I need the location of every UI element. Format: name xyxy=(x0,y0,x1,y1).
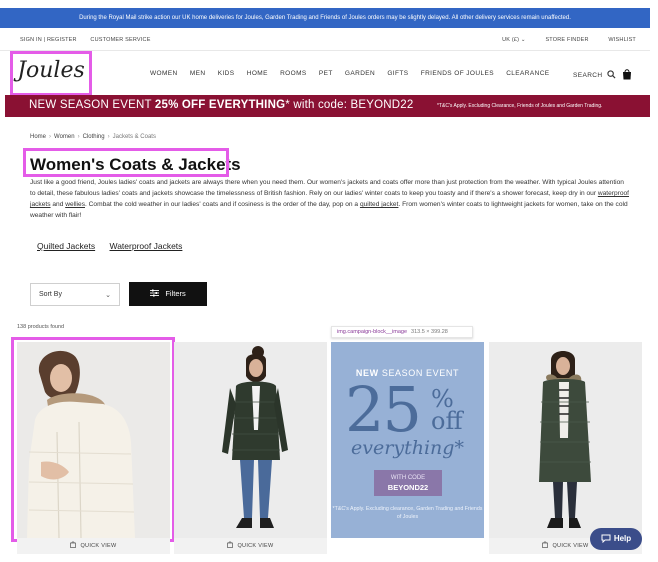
campaign-block[interactable]: NEW SEASON EVENT 25 % off everything* WIT… xyxy=(331,342,484,538)
bag-icon xyxy=(70,541,77,548)
nav-home[interactable]: HOME xyxy=(247,70,268,77)
breadcrumb: Home › Women › Clothing › Jackets & Coats xyxy=(30,134,156,140)
campaign-code: BEYOND22 xyxy=(387,483,429,492)
filter-sliders-icon xyxy=(150,289,160,297)
breadcrumb-separator: › xyxy=(77,134,80,140)
devtools-selector: img.campaign-block__image xyxy=(337,329,408,335)
chat-bubble-icon xyxy=(601,534,611,544)
campaign-with-code: WITH CODE xyxy=(390,475,426,481)
breadcrumb-women[interactable]: Women xyxy=(54,134,75,140)
description-text: . Combat the cold weather in our ladies'… xyxy=(85,201,360,208)
promo-asterisk: * xyxy=(285,99,290,111)
devtools-element-tooltip: img.campaign-block__image 313.5 × 399.28 xyxy=(331,326,473,338)
nav-gifts[interactable]: GIFTS xyxy=(387,70,408,77)
description-text: and xyxy=(50,201,66,208)
filters-label: Filters xyxy=(165,289,186,298)
campaign-everything: everything* xyxy=(331,437,484,459)
quilted-jacket-link[interactable]: quilted jacket xyxy=(360,201,399,208)
wishlist-link[interactable]: WISHLIST xyxy=(608,37,636,43)
promo-banner[interactable]: NEW SEASON EVENT 25% OFF EVERYTHING* wit… xyxy=(5,95,650,117)
campaign-number: 25 xyxy=(345,373,422,446)
breadcrumb-home[interactable]: Home xyxy=(30,134,46,140)
quick-view-label: QUICK VIEW xyxy=(80,543,117,549)
store-finder-link[interactable]: STORE FINDER xyxy=(545,37,588,43)
product-image-green-parka[interactable] xyxy=(489,342,642,538)
nav-women[interactable]: WOMEN xyxy=(150,70,178,77)
quick-view-label: QUICK VIEW xyxy=(552,543,589,549)
help-label: Help xyxy=(613,534,632,543)
product-image-cream-jacket[interactable] xyxy=(17,342,170,538)
currency-label: UK (£) xyxy=(502,37,520,43)
shopping-bag-icon[interactable] xyxy=(622,68,632,80)
campaign-percent-off: % off xyxy=(431,387,463,435)
customer-service-link[interactable]: CUSTOMER SERVICE xyxy=(90,37,150,43)
promo-offer: 25% OFF EVERYTHING xyxy=(154,99,286,111)
page-title: Women's Coats & Jackets xyxy=(30,155,241,174)
green-quilted-coat-photo xyxy=(174,342,327,538)
sort-by-dropdown[interactable]: Sort By ⌄ xyxy=(30,283,120,306)
wellies-link[interactable]: wellies xyxy=(65,201,85,208)
promo-code: with code: BEYOND22 xyxy=(293,99,414,111)
nav-clearance[interactable]: CLEARANCE xyxy=(506,70,549,77)
description-text: Just like a good friend, Joules ladies' … xyxy=(30,179,624,197)
devtools-size: 313.5 × 399.28 xyxy=(411,329,448,335)
sort-by-label: Sort By xyxy=(39,291,62,298)
search-button[interactable]: SEARCH xyxy=(573,70,616,79)
nav-men[interactable]: MEN xyxy=(190,70,206,77)
nav-rooms[interactable]: ROOMS xyxy=(280,70,307,77)
campaign-off: off xyxy=(431,407,463,435)
nav-friends-of-joules[interactable]: FRIENDS OF JOULES xyxy=(421,70,494,77)
main-header: Joules WOMEN MEN KIDS HOME ROOMS PET GAR… xyxy=(0,50,650,96)
category-description: Just like a good friend, Joules ladies' … xyxy=(30,177,630,221)
breadcrumb-separator: › xyxy=(49,134,52,140)
sign-in-register-link[interactable]: SIGN IN | REGISTER xyxy=(20,37,77,43)
quick-view-button[interactable]: QUICK VIEW xyxy=(174,538,327,554)
promo-lead: NEW SEASON EVENT xyxy=(29,99,152,111)
campaign-everything-text: everything xyxy=(351,437,455,459)
bag-icon xyxy=(227,541,234,548)
quilted-jackets-link[interactable]: Quilted Jackets xyxy=(37,241,95,251)
nav-garden[interactable]: GARDEN xyxy=(345,70,375,77)
breadcrumb-clothing[interactable]: Clothing xyxy=(83,134,105,140)
chevron-down-icon: ⌄ xyxy=(105,292,111,299)
green-hooded-coat-photo xyxy=(489,342,642,538)
breadcrumb-separator: › xyxy=(107,134,110,140)
promo-terms: *T&C's Apply. Excluding Clearance, Frien… xyxy=(437,103,603,109)
currency-selector[interactable]: UK (£) ⌄ xyxy=(502,37,526,43)
nav-pet[interactable]: PET xyxy=(319,70,333,77)
product-image-green-puffer[interactable] xyxy=(174,342,327,538)
nav-kids[interactable]: KIDS xyxy=(218,70,235,77)
search-label: SEARCH xyxy=(573,72,603,79)
delivery-notice-bar: During the Royal Mail strike action our … xyxy=(0,8,650,28)
breadcrumb-current: Jackets & Coats xyxy=(112,134,156,140)
primary-nav: WOMEN MEN KIDS HOME ROOMS PET GARDEN GIF… xyxy=(150,70,560,77)
campaign-asterisk: * xyxy=(454,437,464,459)
quick-view-label: QUICK VIEW xyxy=(237,543,274,549)
joules-logo[interactable]: Joules xyxy=(16,54,86,90)
products-found-count: 138 products found xyxy=(17,324,65,330)
filters-button[interactable]: Filters xyxy=(129,282,207,306)
chevron-down-icon: ⌄ xyxy=(520,37,526,43)
search-icon xyxy=(607,70,616,79)
utility-bar: SIGN IN | REGISTER CUSTOMER SERVICE UK (… xyxy=(0,32,650,48)
bag-icon xyxy=(542,541,549,548)
quick-view-button[interactable]: QUICK VIEW xyxy=(17,538,170,554)
subcategory-links: Quilted Jackets Waterproof Jackets xyxy=(37,241,194,251)
campaign-code-box: WITH CODE BEYOND22 xyxy=(374,470,442,496)
campaign-terms: *T&C's Apply. Excluding clearance, Garde… xyxy=(332,506,483,520)
cream-padded-jacket-photo xyxy=(17,342,170,538)
help-chat-button[interactable]: Help xyxy=(590,528,642,550)
waterproof-jackets-category-link[interactable]: Waterproof Jackets xyxy=(110,241,183,251)
